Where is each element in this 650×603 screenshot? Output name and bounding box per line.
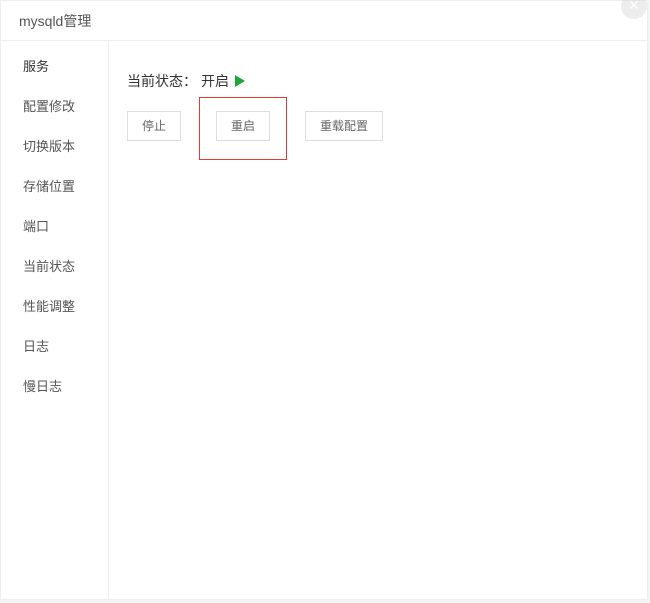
sidebar-item-label: 服务 xyxy=(23,59,49,74)
dialog-header: mysqld管理 × xyxy=(1,1,647,41)
sidebar-item-config-edit[interactable]: 配置修改 xyxy=(1,87,108,127)
sidebar-item-slow-log[interactable]: 慢日志 xyxy=(1,367,108,407)
restart-button[interactable]: 重启 xyxy=(216,111,270,141)
sidebar-item-label: 性能调整 xyxy=(23,299,75,314)
sidebar-item-service[interactable]: 服务 xyxy=(1,47,108,87)
highlight-box: 重启 xyxy=(199,97,287,160)
close-icon[interactable]: × xyxy=(621,0,647,19)
stop-button[interactable]: 停止 xyxy=(127,111,181,141)
sidebar-item-label: 配置修改 xyxy=(23,99,75,114)
sidebar-item-performance-tuning[interactable]: 性能调整 xyxy=(1,287,108,327)
sidebar-item-label: 日志 xyxy=(23,339,49,354)
play-icon xyxy=(235,75,245,87)
sidebar-item-label: 切换版本 xyxy=(23,139,75,154)
status-label: 当前状态： xyxy=(127,71,197,91)
status-value: 开启 xyxy=(201,71,229,91)
sidebar-item-label: 慢日志 xyxy=(23,379,62,394)
sidebar-item-port[interactable]: 端口 xyxy=(1,207,108,247)
reload-config-button[interactable]: 重载配置 xyxy=(305,111,383,141)
sidebar-item-switch-version[interactable]: 切换版本 xyxy=(1,127,108,167)
sidebar-item-storage-location[interactable]: 存储位置 xyxy=(1,167,108,207)
mysqld-manage-dialog: mysqld管理 × 服务 配置修改 切换版本 存储位置 端口 当前状态 xyxy=(0,0,648,600)
sidebar-item-label: 端口 xyxy=(23,219,49,234)
sidebar-item-log[interactable]: 日志 xyxy=(1,327,108,367)
button-row: 停止 重启 重载配置 xyxy=(127,111,629,160)
sidebar-item-label: 当前状态 xyxy=(23,259,75,274)
sidebar-item-label: 存储位置 xyxy=(23,179,75,194)
dialog-title: mysqld管理 xyxy=(19,13,91,29)
sidebar: 服务 配置修改 切换版本 存储位置 端口 当前状态 性能调整 日志 xyxy=(1,41,109,599)
status-line: 当前状态： 开启 xyxy=(127,71,629,91)
sidebar-item-current-status[interactable]: 当前状态 xyxy=(1,247,108,287)
content-panel: 当前状态： 开启 停止 重启 重载配置 xyxy=(109,41,647,599)
